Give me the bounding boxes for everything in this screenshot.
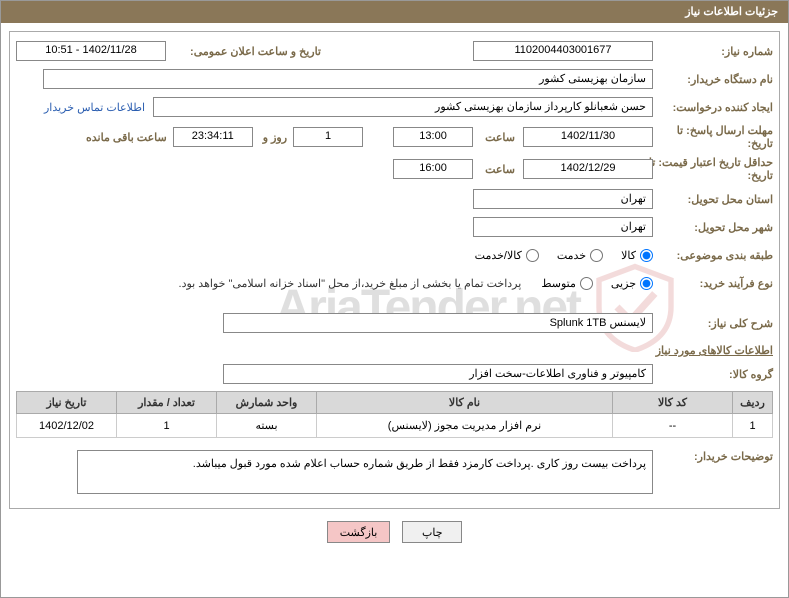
- notes-label: توضیحات خریدار:: [653, 446, 773, 463]
- time-word-1: ساعت: [481, 131, 515, 144]
- group-field: کامپیوتر و فناوری اطلاعات-سخت افزار: [223, 364, 653, 384]
- th-qty: تعداد / مقدار: [117, 392, 217, 414]
- notes-field: پرداخت بیست روز کاری .پرداخت کارمزد فقط …: [77, 450, 653, 494]
- validity-time-field: 16:00: [393, 159, 473, 179]
- radio-partial-input[interactable]: [640, 277, 653, 290]
- th-name: نام کالا: [317, 392, 613, 414]
- desc-field: لایسنس Splunk 1TB: [223, 313, 653, 333]
- th-date: تاریخ نیاز: [17, 392, 117, 414]
- desc-label: شرح کلی نیاز:: [653, 317, 773, 330]
- deadline-date-field: 1402/11/30: [523, 127, 653, 147]
- city-field: تهران: [473, 217, 653, 237]
- announce-label: تاریخ و ساعت اعلان عمومی:: [166, 45, 321, 58]
- days-field: 1: [293, 127, 363, 147]
- goods-table: ردیف کد کالا نام کالا واحد شمارش تعداد /…: [16, 391, 773, 438]
- radio-medium[interactable]: متوسط: [541, 277, 593, 290]
- requester-field: حسن شعبانلو کارپرداز سازمان بهزیستی کشور: [153, 97, 653, 117]
- buyer-org-label: نام دستگاه خریدار:: [653, 73, 773, 86]
- group-label: گروه کالا:: [653, 368, 773, 381]
- table-row: 1 -- نرم افزار مدیریت مجوز (لایسنس) بسته…: [17, 414, 773, 438]
- th-unit: واحد شمارش: [217, 392, 317, 414]
- deadline-label: مهلت ارسال پاسخ: تا تاریخ:: [653, 124, 773, 150]
- province-field: تهران: [473, 189, 653, 209]
- time-word-2: ساعت: [481, 163, 515, 176]
- radio-both[interactable]: کالا/خدمت: [475, 249, 539, 262]
- radio-service-input[interactable]: [590, 249, 603, 262]
- process-label: نوع فرآیند خرید:: [653, 277, 773, 290]
- need-number-label: شماره نیاز:: [653, 45, 773, 58]
- radio-both-input[interactable]: [526, 249, 539, 262]
- radio-goods-input[interactable]: [640, 249, 653, 262]
- radio-partial[interactable]: جزیی: [611, 277, 653, 290]
- page-header: جزئیات اطلاعات نیاز: [1, 1, 788, 23]
- back-button[interactable]: بازگشت: [327, 521, 391, 543]
- radio-service[interactable]: خدمت: [557, 249, 603, 262]
- city-label: شهر محل تحویل:: [653, 221, 773, 234]
- th-code: کد کالا: [613, 392, 733, 414]
- category-label: طبقه بندی موضوعی:: [653, 249, 773, 262]
- validity-date-field: 1402/12/29: [523, 159, 653, 179]
- th-row: ردیف: [733, 392, 773, 414]
- requester-label: ایجاد کننده درخواست:: [653, 101, 773, 114]
- goods-section-header: اطلاعات کالاهای مورد نیاز: [16, 344, 773, 357]
- contact-link[interactable]: اطلاعات تماس خریدار: [44, 101, 145, 114]
- radio-medium-input[interactable]: [580, 277, 593, 290]
- payment-note: پرداخت تمام یا بخشی از مبلغ خرید،از محل …: [179, 277, 522, 290]
- page-title: جزئیات اطلاعات نیاز: [685, 6, 778, 18]
- radio-goods[interactable]: کالا: [621, 249, 653, 262]
- print-button[interactable]: چاپ: [402, 521, 462, 543]
- province-label: استان محل تحویل:: [653, 193, 773, 206]
- time-remaining-label: ساعت باقی مانده: [82, 131, 167, 144]
- buyer-org-field: سازمان بهزیستی کشور: [43, 69, 653, 89]
- deadline-time-field: 13:00: [393, 127, 473, 147]
- announce-field: 1402/11/28 - 10:51: [16, 41, 166, 61]
- time-remaining-field: 23:34:11: [173, 127, 253, 147]
- days-and-label: روز و: [259, 131, 287, 144]
- need-number-field: 1102004403001677: [473, 41, 653, 61]
